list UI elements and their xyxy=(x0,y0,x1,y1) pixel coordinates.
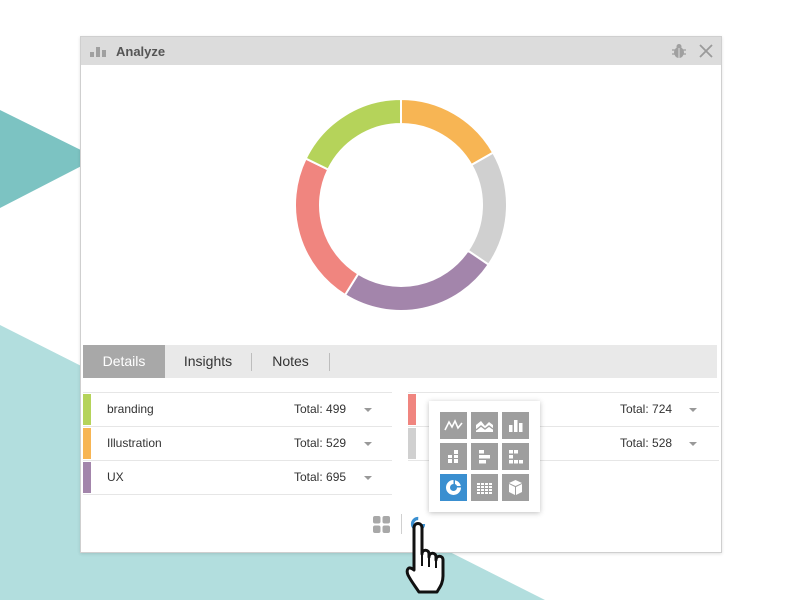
table-chart-icon[interactable] xyxy=(471,474,498,501)
title-bar: Analyze xyxy=(81,37,721,65)
donut-chart-svg xyxy=(294,97,508,312)
bar-chart-icon[interactable] xyxy=(502,412,529,439)
list-item-total: Total: 528 xyxy=(620,436,673,450)
tab-insights[interactable]: Insights xyxy=(165,345,251,378)
stacked-bar-icon[interactable] xyxy=(440,443,467,470)
list-item-total: Total: 529 xyxy=(294,436,347,450)
hand-cursor-icon xyxy=(405,522,445,594)
list-item-total: Total: 724 xyxy=(620,402,673,416)
list-item: branding Total: 499 xyxy=(83,392,392,426)
divider xyxy=(401,514,402,534)
donut-chart xyxy=(291,95,511,315)
chevron-down-icon[interactable] xyxy=(364,476,372,480)
tab-notes[interactable]: Notes xyxy=(252,345,329,378)
list-item-label: branding xyxy=(107,402,154,416)
line-chart-icon[interactable] xyxy=(440,412,467,439)
area-chart-icon[interactable] xyxy=(471,412,498,439)
horizontal-stacked-icon[interactable] xyxy=(502,443,529,470)
tab-divider xyxy=(329,353,330,371)
color-swatch xyxy=(408,394,416,425)
chevron-down-icon[interactable] xyxy=(689,408,697,412)
list-item: UX Total: 695 xyxy=(83,460,392,495)
grid-view-icon[interactable] xyxy=(373,516,390,533)
list-item-label: UX xyxy=(107,470,124,484)
list-item: Illustration Total: 529 xyxy=(83,426,392,460)
chevron-down-icon[interactable] xyxy=(364,408,372,412)
category-list-left: branding Total: 499 Illustration Total: … xyxy=(83,392,392,495)
chevron-down-icon[interactable] xyxy=(689,442,697,446)
list-item-total: Total: 499 xyxy=(294,402,347,416)
list-item-label: Illustration xyxy=(107,436,162,450)
color-swatch xyxy=(408,428,416,459)
color-swatch xyxy=(83,394,91,425)
donut-slice xyxy=(304,97,402,171)
list-item-total: Total: 695 xyxy=(294,470,347,484)
analyze-window: Analyze Details Insights Notes branding … xyxy=(80,36,722,553)
donut-slice xyxy=(343,249,490,312)
chevron-down-icon[interactable] xyxy=(364,442,372,446)
tab-details[interactable]: Details xyxy=(83,345,165,378)
donut-chart-icon[interactable] xyxy=(440,474,467,501)
donut-slice xyxy=(294,157,360,297)
chart-type-picker xyxy=(429,401,540,512)
window-title: Analyze xyxy=(116,44,166,59)
close-icon[interactable] xyxy=(698,43,714,59)
color-swatch xyxy=(83,462,91,493)
horizontal-bar-icon[interactable] xyxy=(471,443,498,470)
donut-slice xyxy=(466,151,508,267)
bug-icon[interactable] xyxy=(671,43,687,59)
bar-chart-app-icon xyxy=(90,47,106,57)
tab-bar: Details Insights Notes xyxy=(83,345,717,378)
donut-slice xyxy=(400,97,495,167)
color-swatch xyxy=(83,428,91,459)
box-3d-icon[interactable] xyxy=(502,474,529,501)
